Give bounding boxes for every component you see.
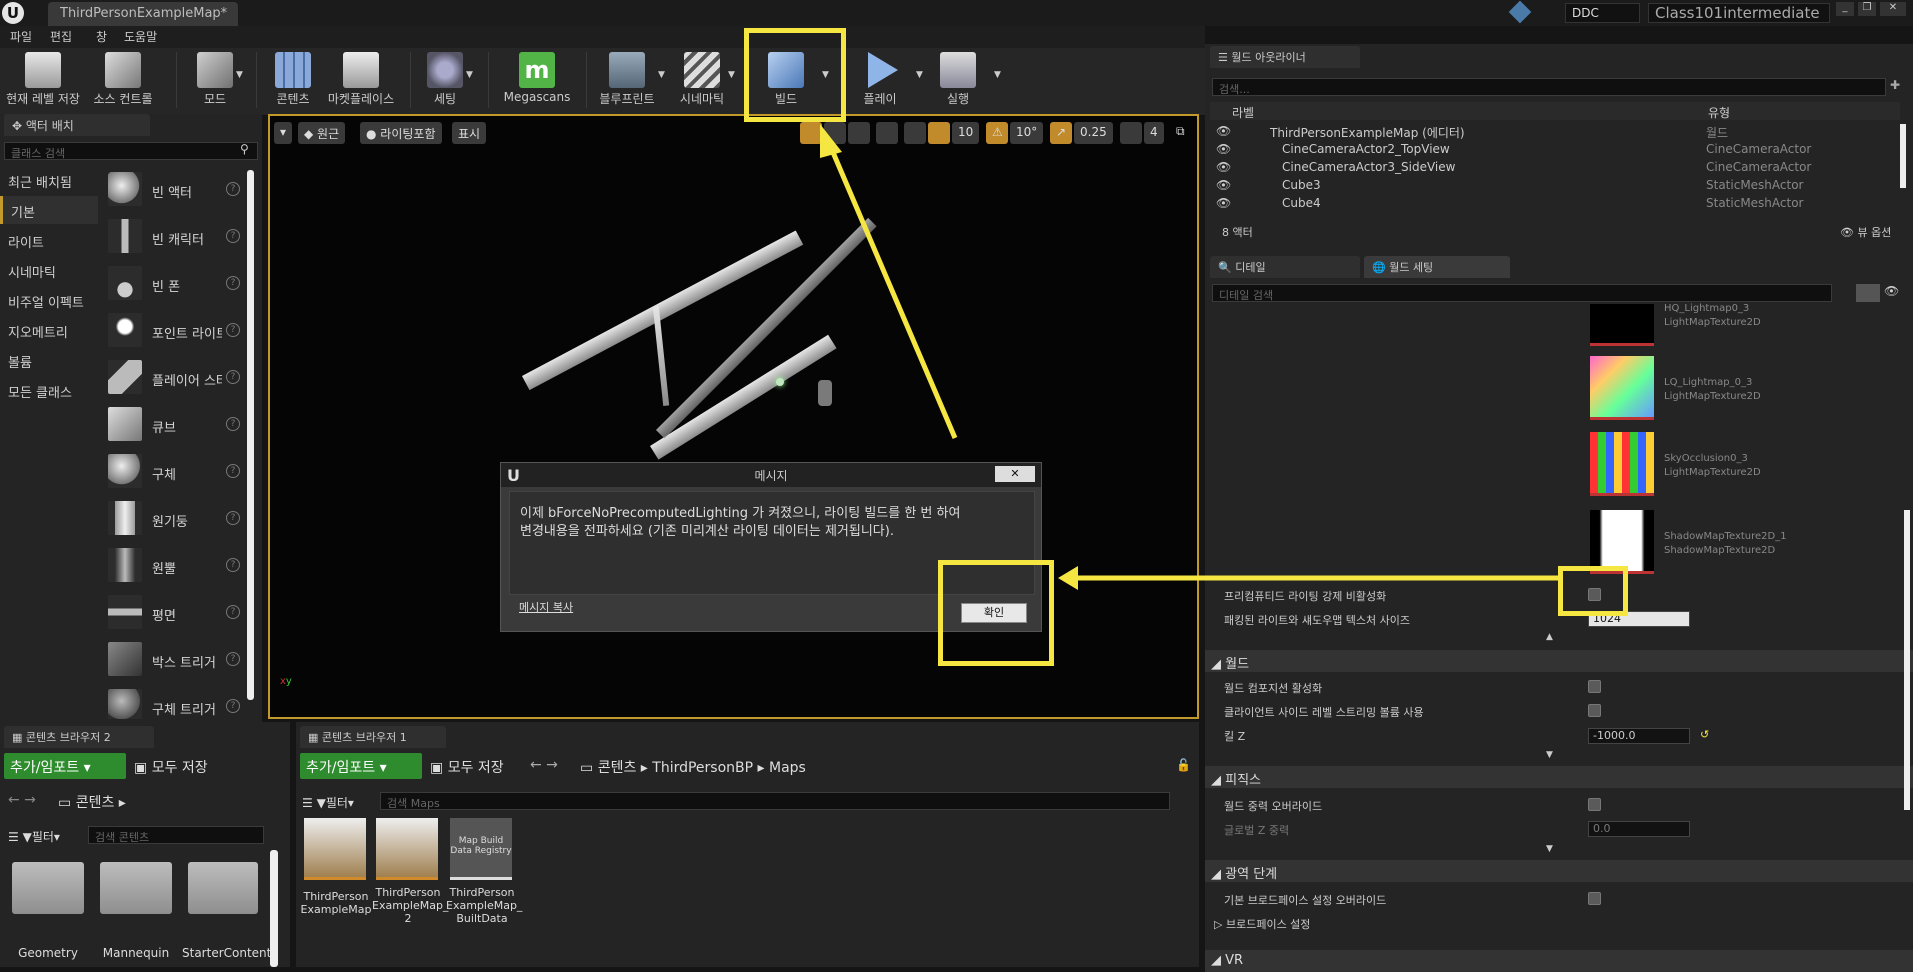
annotation-arrows (820, 124, 1558, 590)
arrow-head (820, 124, 842, 158)
arrow-head (1058, 566, 1078, 590)
arrow-to-build (829, 149, 958, 439)
